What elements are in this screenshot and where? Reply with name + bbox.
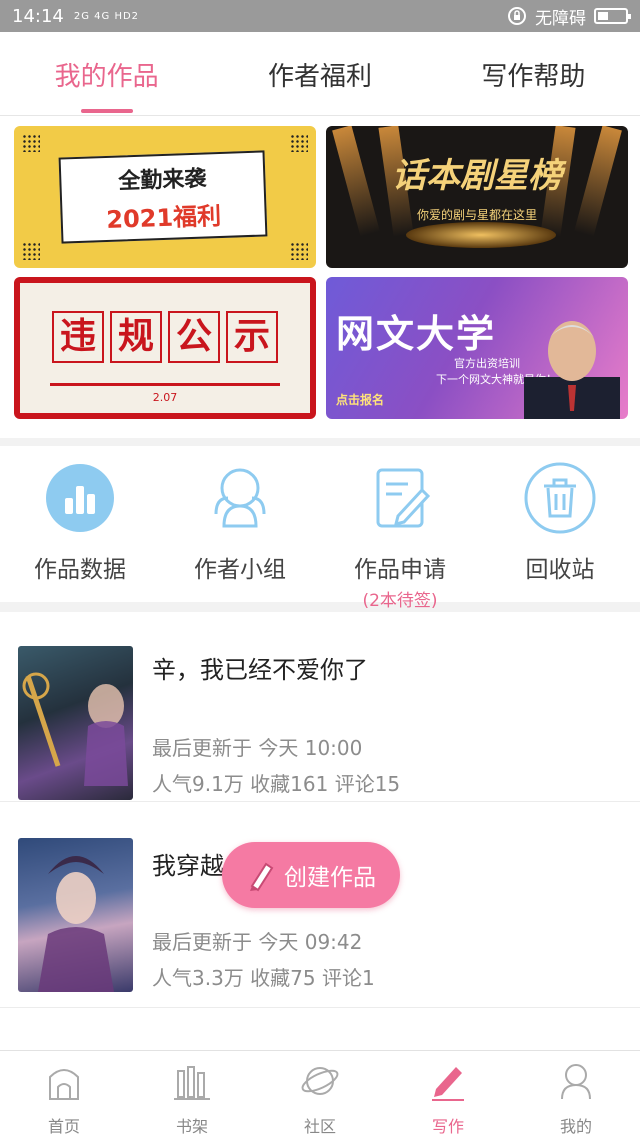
accessibility-label: 无障碍 bbox=[535, 8, 586, 29]
accessibility-icon bbox=[508, 7, 526, 25]
banner-b4-line1: 官方出资培训 bbox=[454, 357, 520, 370]
trash-icon bbox=[524, 462, 596, 534]
banner-b3-char: 违 bbox=[52, 311, 104, 363]
nav-home-label: 首页 bbox=[47, 1117, 80, 1136]
work-title: 辛，我已经不爱你了 bbox=[152, 656, 368, 684]
pencil-icon bbox=[250, 862, 274, 892]
banner-b4-title: 网文大学 bbox=[336, 312, 497, 356]
nav-bookshelf-label: 书架 bbox=[175, 1117, 208, 1136]
quick-actions: 作品数据 作者小组 作品申请 (2本待签) 回收站 bbox=[0, 446, 640, 611]
bar-chart-icon bbox=[46, 464, 114, 532]
banner-grid: 全勤来袭 2021福利 话本剧星榜 你爱的剧与星都在这里 违 规 公 示 2.0… bbox=[0, 116, 640, 438]
nav-home[interactable]: 首页 bbox=[0, 1051, 128, 1138]
nav-bookshelf[interactable]: 书架 bbox=[128, 1051, 256, 1138]
nav-community-label: 社区 bbox=[303, 1117, 336, 1136]
nav-mine[interactable]: 我的 bbox=[512, 1051, 640, 1138]
portrait-image bbox=[524, 321, 620, 419]
top-tabs: 我的作品 作者福利 写作帮助 bbox=[0, 32, 640, 116]
tab-author-benefits[interactable]: 作者福利 bbox=[213, 32, 426, 115]
create-work-label: 创建作品 bbox=[284, 865, 376, 891]
profile-icon bbox=[561, 1064, 591, 1100]
tab-my-works[interactable]: 我的作品 bbox=[0, 32, 213, 115]
nav-write[interactable]: 写作 bbox=[384, 1051, 512, 1138]
works-apply-label: 作品申请 bbox=[354, 557, 446, 583]
author-group-button[interactable]: 作者小组 bbox=[160, 462, 320, 584]
document-edit-icon bbox=[376, 468, 431, 528]
bookshelf-icon bbox=[174, 1066, 210, 1100]
works-list: 辛，我已经不爱你了 最后更新于 今天 10:00 人气9.1万 收藏161 评论… bbox=[0, 612, 640, 1050]
signal-indicator: 2G 4G HD2 bbox=[73, 10, 140, 22]
list-item[interactable]: 辛，我已经不爱你了 最后更新于 今天 10:00 人气9.1万 收藏161 评论… bbox=[0, 612, 640, 802]
tab-writing-help[interactable]: 写作帮助 bbox=[427, 32, 640, 115]
status-time: 14:14 bbox=[12, 5, 64, 27]
banner-b4-cta: 点击报名 bbox=[336, 393, 385, 407]
bottom-nav: 首页 书架 社区 写作 我的 bbox=[0, 1050, 640, 1138]
benefit-card: 全勤来袭 2021福利 bbox=[58, 150, 268, 244]
create-work-button[interactable]: 创建作品 bbox=[222, 842, 400, 908]
recycle-bin-button[interactable]: 回收站 bbox=[480, 462, 640, 584]
work-updated: 最后更新于 今天 09:42 bbox=[152, 930, 363, 954]
work-updated: 最后更新于 今天 10:00 bbox=[152, 736, 363, 760]
banner-b3-char: 规 bbox=[110, 311, 162, 363]
banner-star-ranking[interactable]: 话本剧星榜 你爱的剧与星都在这里 bbox=[326, 126, 628, 268]
work-stats: 人气9.1万 收藏161 评论15 bbox=[152, 772, 401, 796]
book-cover bbox=[18, 646, 133, 800]
recycle-bin-label: 回收站 bbox=[525, 557, 595, 583]
works-apply-button[interactable]: 作品申请 (2本待签) bbox=[320, 462, 480, 611]
banner-attendance-benefit[interactable]: 全勤来袭 2021福利 bbox=[14, 126, 316, 268]
banner-b1-line2: 2021福利 bbox=[105, 201, 222, 234]
banner-b1-line1: 全勤来袭 bbox=[117, 166, 207, 195]
group-icon bbox=[214, 468, 266, 528]
banner-b3-char: 公 bbox=[168, 311, 220, 363]
banner-web-novel-university[interactable]: 网文大学 官方出资培训 下一个网文大神就是你！ 点击报名 bbox=[326, 277, 628, 419]
banner-b3-char: 示 bbox=[226, 311, 278, 363]
pending-sign-count: (2本待签) bbox=[362, 591, 438, 611]
nav-community[interactable]: 社区 bbox=[256, 1051, 384, 1138]
banner-b2-title: 话本剧星榜 bbox=[392, 156, 562, 196]
work-stats: 人气3.3万 收藏75 评论1 bbox=[152, 966, 375, 990]
banner-violation-notice[interactable]: 违 规 公 示 2.07 bbox=[14, 277, 316, 419]
home-icon bbox=[49, 1069, 79, 1100]
works-data-button[interactable]: 作品数据 bbox=[0, 462, 160, 584]
pen-icon bbox=[432, 1067, 464, 1101]
nav-mine-label: 我的 bbox=[559, 1117, 592, 1136]
banner-b3-date: 2.07 bbox=[152, 391, 178, 404]
book-cover bbox=[18, 838, 133, 992]
banner-b2-subtitle: 你爱的剧与星都在这里 bbox=[416, 208, 537, 222]
nav-write-label: 写作 bbox=[431, 1117, 464, 1136]
planet-icon bbox=[301, 1067, 339, 1095]
author-group-label: 作者小组 bbox=[194, 557, 286, 583]
battery-icon bbox=[594, 8, 631, 24]
status-bar: 14:14 2G 4G HD2 无障碍 bbox=[0, 0, 640, 32]
works-data-label: 作品数据 bbox=[34, 557, 126, 583]
